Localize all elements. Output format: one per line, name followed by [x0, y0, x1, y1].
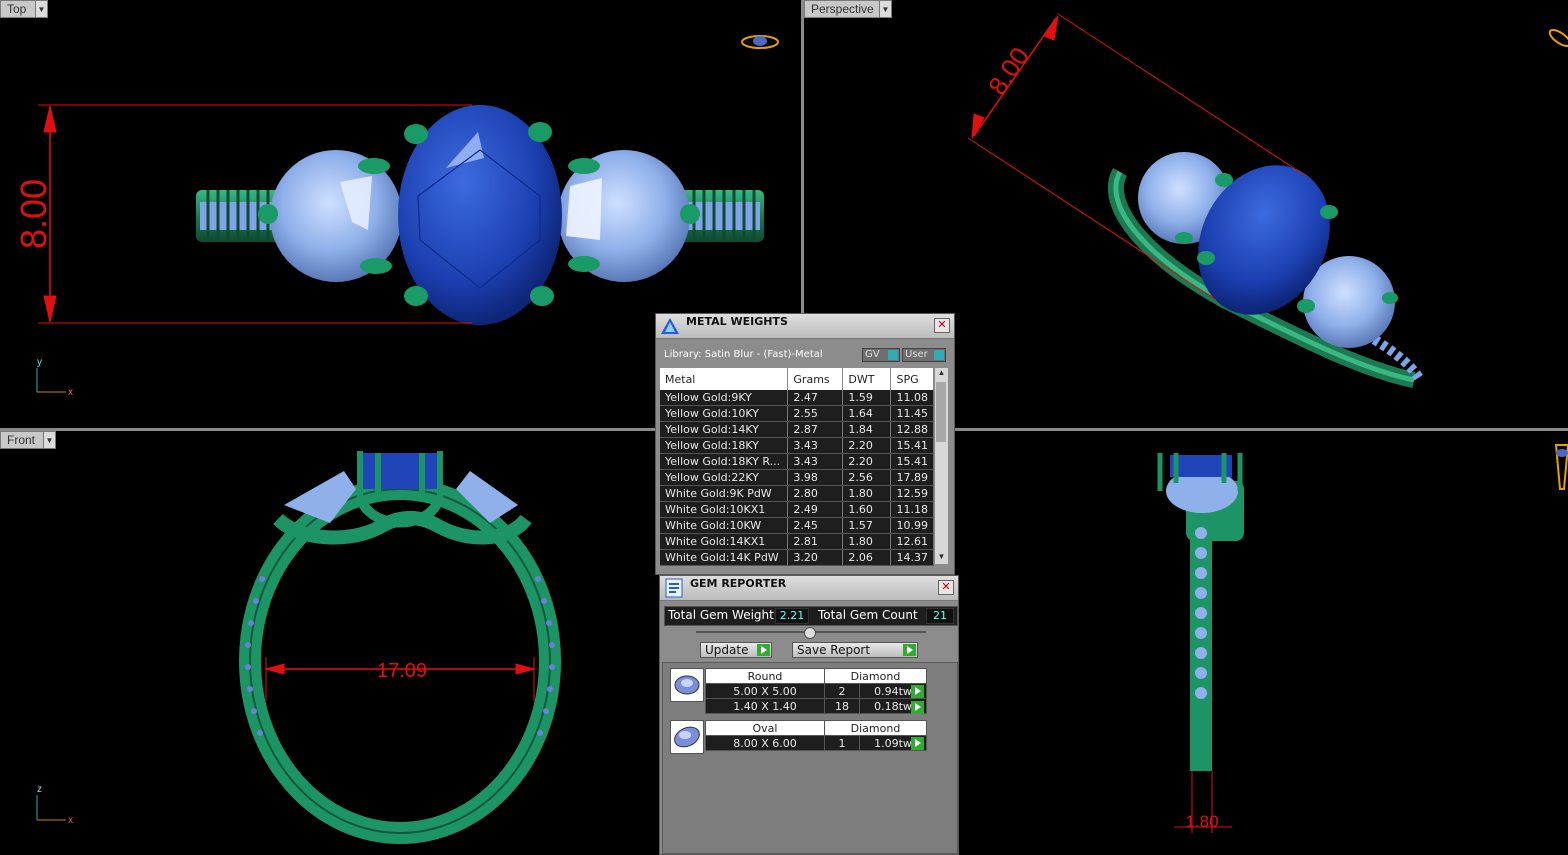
select-gem-button[interactable]: [911, 685, 924, 698]
table-header-row: Metal Grams DWT SPG: [660, 368, 934, 390]
oval-gem-thumbnail: [670, 720, 704, 754]
metal-weights-table: Metal Grams DWT SPG Yellow Gold:9KY 2.47 1…: [660, 368, 934, 566]
pave-stones-side: [1195, 527, 1207, 699]
oval-gem-table: Oval Diamond 8.00 X 6.00 1 1.09tw: [705, 720, 927, 751]
select-gem-button[interactable]: [911, 701, 924, 714]
table-row[interactable]: Yellow Gold:22KY 3.98 2.56 17.89: [660, 469, 934, 486]
table-row[interactable]: White Gold:10KW 2.45 1.57 10.99: [660, 517, 934, 534]
table-row[interactable]: Yellow Gold:18KY R... 3.43 2.20 15.41: [660, 453, 934, 470]
ring-thumbnail-icon: [1548, 28, 1568, 48]
dimension-label-right: 1.80: [1185, 812, 1218, 831]
save-report-button[interactable]: Save Report: [792, 642, 918, 658]
center-stone-front: [362, 453, 438, 489]
viewport-label-top[interactable]: Top ▼: [0, 0, 48, 18]
metal-weights-panel: METAL WEIGHTS ✕ Library: Satin Blur - (F…: [655, 313, 955, 575]
gem-reporter-panel: GEM REPORTER ✕ Total Gem Weight 2.21 Tot…: [659, 575, 959, 855]
table-row[interactable]: White Gold:10KX1 2.49 1.60 11.18: [660, 501, 934, 518]
svg-text:z: z: [37, 784, 42, 795]
round-gem-thumbnail: [670, 668, 704, 702]
metal-weights-scrollbar[interactable]: ▲ ▼: [934, 368, 948, 564]
user-toggle[interactable]: User: [902, 348, 946, 362]
gem-group-header: Round Diamond: [705, 668, 927, 684]
chevron-down-icon[interactable]: ▼: [35, 1, 47, 17]
close-icon[interactable]: ✕: [938, 580, 954, 595]
library-label: Library: Satin Blur - (Fast)-Metal: [664, 349, 823, 360]
table-row[interactable]: Yellow Gold:10KY 2.55 1.64 11.45: [660, 405, 934, 422]
table-row[interactable]: Yellow Gold:14KY 2.87 1.84 12.88: [660, 421, 934, 438]
total-gem-weight-value: 2.21: [775, 608, 809, 624]
column-header[interactable]: SPG: [890, 368, 934, 390]
chevron-up-icon[interactable]: ▲: [935, 368, 948, 380]
chevron-down-icon[interactable]: ▼: [935, 552, 948, 564]
splitter-handle[interactable]: [804, 627, 816, 639]
oval-gem-icon: [674, 726, 700, 748]
metal-weights-titlebar[interactable]: METAL WEIGHTS ✕: [656, 314, 954, 339]
viewport-label-perspective[interactable]: Perspective ▼: [804, 0, 892, 18]
round-gem-table: Round Diamond 5.00 X 5.00 2 0.94tw 1.40 X 1…: [705, 668, 927, 714]
column-header[interactable]: Metal: [660, 368, 789, 390]
ring-thumbnail-icon: [1554, 444, 1568, 490]
gv-toggle[interactable]: GV: [862, 348, 900, 362]
viewport-label-front[interactable]: Front ▼: [0, 431, 56, 449]
ring-thumbnail-icon: [741, 35, 779, 49]
gem-row[interactable]: 1.40 X 1.40 18 0.18tw: [705, 698, 927, 714]
chevron-down-icon[interactable]: ▼: [879, 1, 891, 17]
total-gem-weight-label: Total Gem Weight: [668, 608, 774, 622]
table-row[interactable]: White Gold:14K PdW 3.20 2.06 14.37: [660, 549, 934, 566]
column-header[interactable]: DWT: [842, 368, 892, 390]
side-stone-left-front: [284, 471, 356, 523]
table-row[interactable]: Yellow Gold:9KY 2.47 1.59 11.08: [660, 390, 934, 406]
dimension-label-front: 17.09: [377, 660, 427, 682]
axis-gizmo: z x: [36, 784, 73, 826]
pave-stones-front: [245, 576, 555, 736]
gem-group-header: Oval Diamond: [705, 720, 927, 736]
table-row[interactable]: White Gold:14KX1 2.81 1.80 12.61: [660, 533, 934, 550]
close-icon[interactable]: ✕: [934, 318, 950, 333]
axis-gizmo: y x: [36, 357, 73, 398]
update-button[interactable]: Update: [700, 642, 772, 658]
select-gem-button[interactable]: [911, 737, 924, 750]
table-row[interactable]: White Gold:9K PdW 2.80 1.80 12.59: [660, 485, 934, 502]
gem-row[interactable]: 5.00 X 5.00 2 0.94tw: [705, 683, 927, 699]
play-icon: [903, 644, 916, 656]
gem-row[interactable]: 8.00 X 6.00 1 1.09tw: [705, 735, 927, 751]
scale-icon: [661, 318, 679, 334]
report-icon: [665, 578, 683, 598]
total-gem-count-value: 21: [926, 608, 954, 624]
svg-text:y: y: [37, 357, 42, 368]
gem-reporter-titlebar[interactable]: GEM REPORTER ✕: [660, 576, 958, 601]
total-gem-count-label: Total Gem Count: [818, 608, 918, 622]
play-icon: [757, 644, 770, 656]
scrollbar-thumb[interactable]: [936, 382, 946, 442]
svg-text:x: x: [68, 387, 73, 398]
dimension-label-perspective: 8.00: [982, 42, 1035, 101]
chevron-down-icon[interactable]: ▼: [43, 432, 55, 448]
table-row[interactable]: Yellow Gold:18KY 3.43 2.20 15.41: [660, 437, 934, 454]
column-header[interactable]: Grams: [787, 368, 844, 390]
round-gem-icon: [674, 675, 700, 695]
dimension-label-top: 8.00: [13, 179, 54, 249]
svg-text:x: x: [68, 815, 73, 826]
